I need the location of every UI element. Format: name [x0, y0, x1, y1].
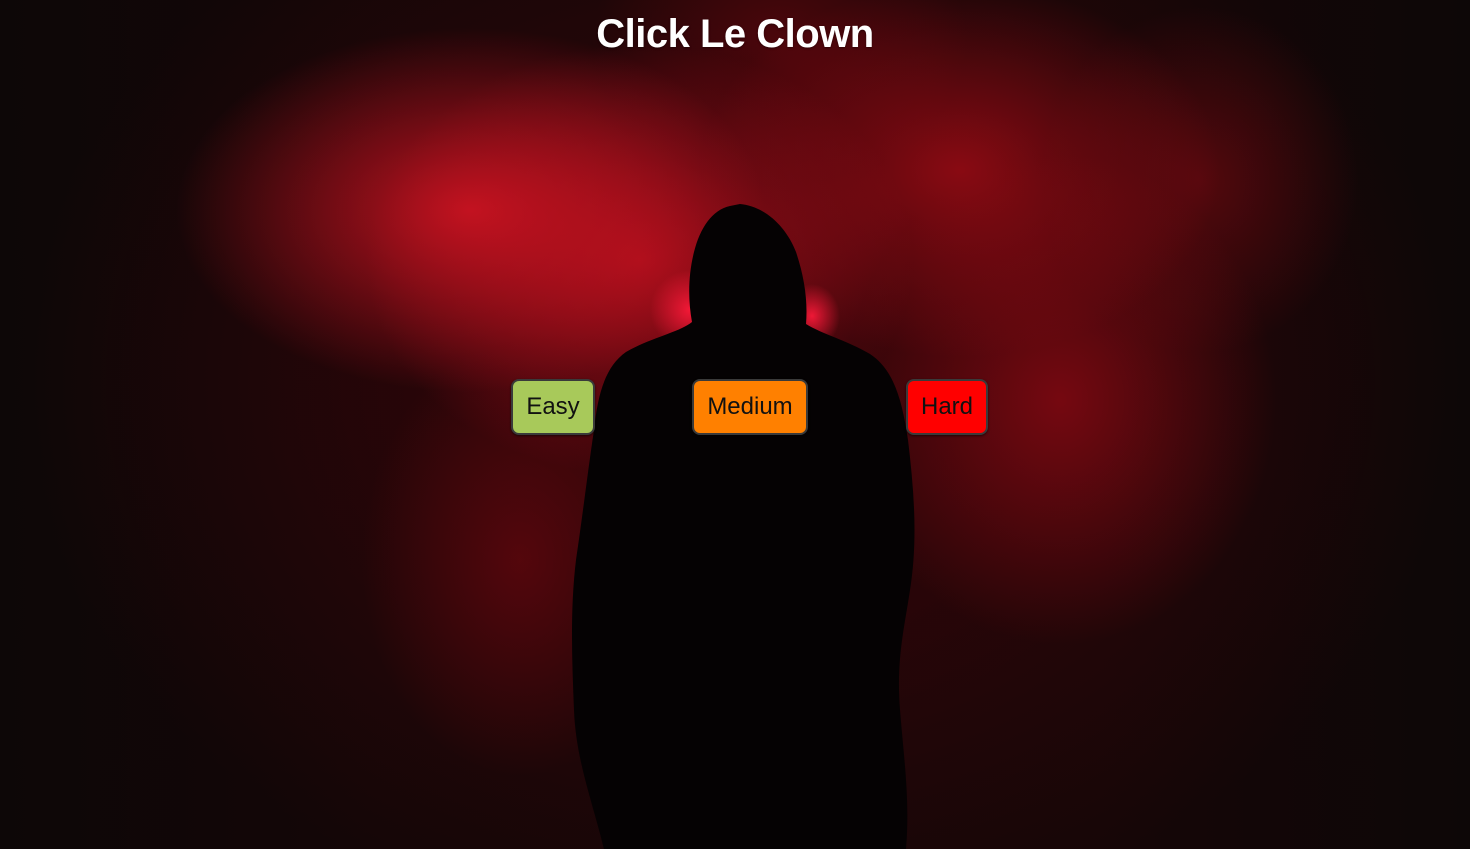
- game-screen: Click Le Clown Easy Medium Hard: [0, 0, 1470, 849]
- medium-button[interactable]: Medium: [692, 379, 808, 435]
- hard-button[interactable]: Hard: [906, 379, 988, 435]
- easy-button[interactable]: Easy: [511, 379, 595, 435]
- page-title: Click Le Clown: [596, 12, 874, 56]
